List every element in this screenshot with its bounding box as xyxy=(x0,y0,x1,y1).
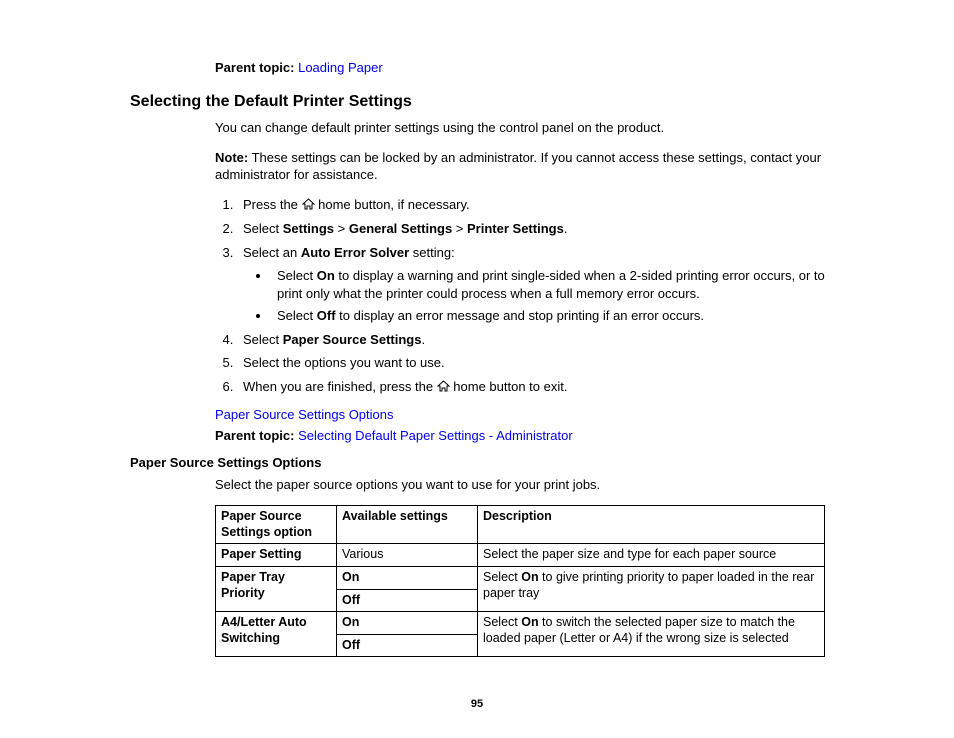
parent-topic-line: Parent topic: Loading Paper xyxy=(215,60,844,75)
subsection-heading: Paper Source Settings Options xyxy=(130,455,844,470)
table-cell: Select On to switch the selected paper s… xyxy=(478,612,825,657)
table-row: A4/Letter Auto Switching On Select On to… xyxy=(216,612,825,635)
table-cell: Paper Setting xyxy=(216,544,337,567)
page-number: 95 xyxy=(0,698,954,710)
table-cell: Various xyxy=(337,544,478,567)
step-1: Press the home button, if necessary. xyxy=(237,196,844,215)
step-3: Select an Auto Error Solver setting: Sel… xyxy=(237,244,844,325)
subsection-intro: Select the paper source options you want… xyxy=(215,476,844,494)
step-5: Select the options you want to use. xyxy=(237,354,844,372)
table-row: Paper Setting Various Select the paper s… xyxy=(216,544,825,567)
table-header-row: Paper Source Settings option Available s… xyxy=(216,506,825,544)
table-cell: Select the paper size and type for each … xyxy=(478,544,825,567)
step-3-sub-2: Select Off to display an error message a… xyxy=(271,307,844,325)
step-3-sublist: Select On to display a warning and print… xyxy=(261,267,844,325)
table-row: Paper Tray Priority On Select On to give… xyxy=(216,566,825,589)
table-cell: Select On to give printing priority to p… xyxy=(478,566,825,611)
table-cell: On xyxy=(337,566,478,589)
table-header: Available settings xyxy=(337,506,478,544)
parent-topic-label: Parent topic: xyxy=(215,60,294,75)
intro-text: You can change default printer settings … xyxy=(215,119,844,137)
table-cell: Paper Tray Priority xyxy=(216,566,337,611)
parent-topic-label: Parent topic: xyxy=(215,428,294,443)
document-page: Parent topic: Loading Paper Selecting th… xyxy=(0,0,954,738)
parent-topic-line-2: Parent topic: Selecting Default Paper Se… xyxy=(215,428,844,443)
step-4: Select Paper Source Settings. xyxy=(237,331,844,349)
table-cell: On xyxy=(337,612,478,635)
note-text: These settings can be locked by an admin… xyxy=(215,150,821,183)
step-3-sub-1: Select On to display a warning and print… xyxy=(271,267,844,302)
table-header: Description xyxy=(478,506,825,544)
related-link[interactable]: Paper Source Settings Options xyxy=(215,407,394,422)
table-cell: Off xyxy=(337,589,478,612)
note-block: Note: These settings can be locked by an… xyxy=(215,149,844,184)
step-2: Select Settings > General Settings > Pri… xyxy=(237,220,844,238)
step-6: When you are finished, press the home bu… xyxy=(237,378,844,397)
table-header: Paper Source Settings option xyxy=(216,506,337,544)
note-label: Note: xyxy=(215,150,248,165)
settings-table: Paper Source Settings option Available s… xyxy=(215,505,825,657)
related-link-line: Paper Source Settings Options xyxy=(215,407,844,422)
table-cell: Off xyxy=(337,634,478,657)
parent-topic-link[interactable]: Selecting Default Paper Settings - Admin… xyxy=(298,428,573,443)
home-icon xyxy=(302,197,315,215)
home-icon xyxy=(437,379,450,397)
table-cell: A4/Letter Auto Switching xyxy=(216,612,337,657)
section-heading: Selecting the Default Printer Settings xyxy=(130,93,844,111)
steps-list: Press the home button, if necessary. Sel… xyxy=(215,196,844,397)
parent-topic-link[interactable]: Loading Paper xyxy=(298,60,383,75)
